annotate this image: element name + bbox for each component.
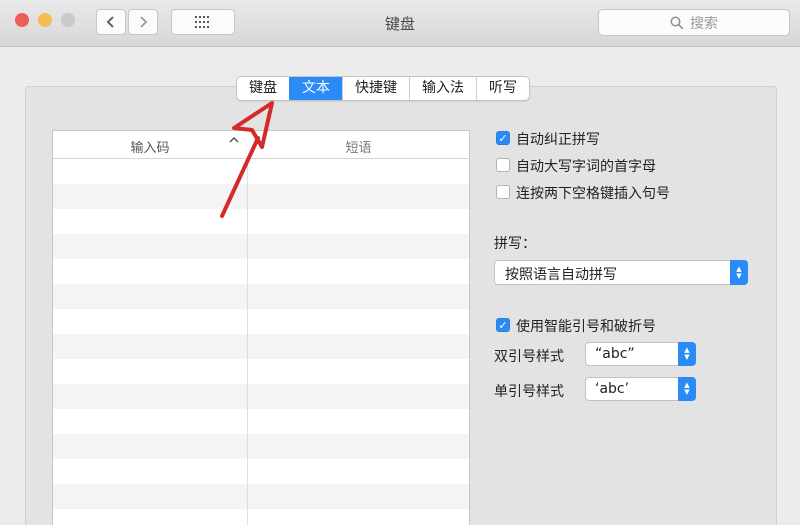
spelling-popup-value: 按照语言自动拼写 [505,267,617,283]
tab-shortcuts[interactable]: 快捷键 [342,77,409,100]
double-quote-label: 双引号样式 [494,349,564,365]
search-placeholder: 搜索 [690,15,718,32]
column-header-replace[interactable]: 输入码 [53,137,247,156]
autocorrect-label: 自动纠正拼写 [516,132,600,148]
table-header: 输入码 短语 [53,131,469,159]
smart-quotes-checkbox[interactable]: ✓ [496,318,510,332]
double-space-period-label: 连按两下空格键插入句号 [516,186,670,202]
search-field[interactable]: 搜索 [598,9,790,36]
autocorrect-checkbox[interactable]: ✓ [496,131,510,145]
spelling-label: 拼写： [494,236,536,252]
title-bar: 键盘 搜索 [0,0,800,47]
tab-bar: 键盘 文本 快捷键 输入法 听写 [236,76,530,101]
text-replacement-table[interactable]: 输入码 短语 [52,130,470,525]
spelling-popup[interactable]: 按照语言自动拼写 ▲ ▼ [494,260,748,285]
single-quote-value: ‘abc’ [595,381,630,397]
column-header-with[interactable]: 短语 [248,137,469,156]
sort-ascending-icon [229,136,239,143]
tab-text[interactable]: 文本 [289,77,342,100]
up-down-chevron-icon: ▲ ▼ [678,342,696,366]
double-space-period-checkbox[interactable] [496,185,510,199]
tab-dictation[interactable]: 听写 [476,77,529,100]
capitalize-checkbox[interactable] [496,158,510,172]
single-quote-label: 单引号样式 [494,384,564,400]
double-quote-value: “abc” [595,346,635,362]
capitalize-label: 自动大写字词的首字母 [516,159,656,175]
magnifier-icon [670,16,684,29]
table-rows[interactable] [53,159,469,525]
single-quote-popup[interactable]: ‘abc’ ▲ ▼ [585,377,696,401]
up-down-chevron-icon: ▲ ▼ [730,260,748,285]
column-divider [247,131,248,525]
up-down-chevron-icon: ▲ ▼ [678,377,696,401]
tab-keyboard[interactable]: 键盘 [237,77,289,100]
tab-input-sources[interactable]: 输入法 [409,77,476,100]
double-quote-popup[interactable]: “abc” ▲ ▼ [585,342,696,366]
smart-quotes-label: 使用智能引号和破折号 [516,319,656,335]
